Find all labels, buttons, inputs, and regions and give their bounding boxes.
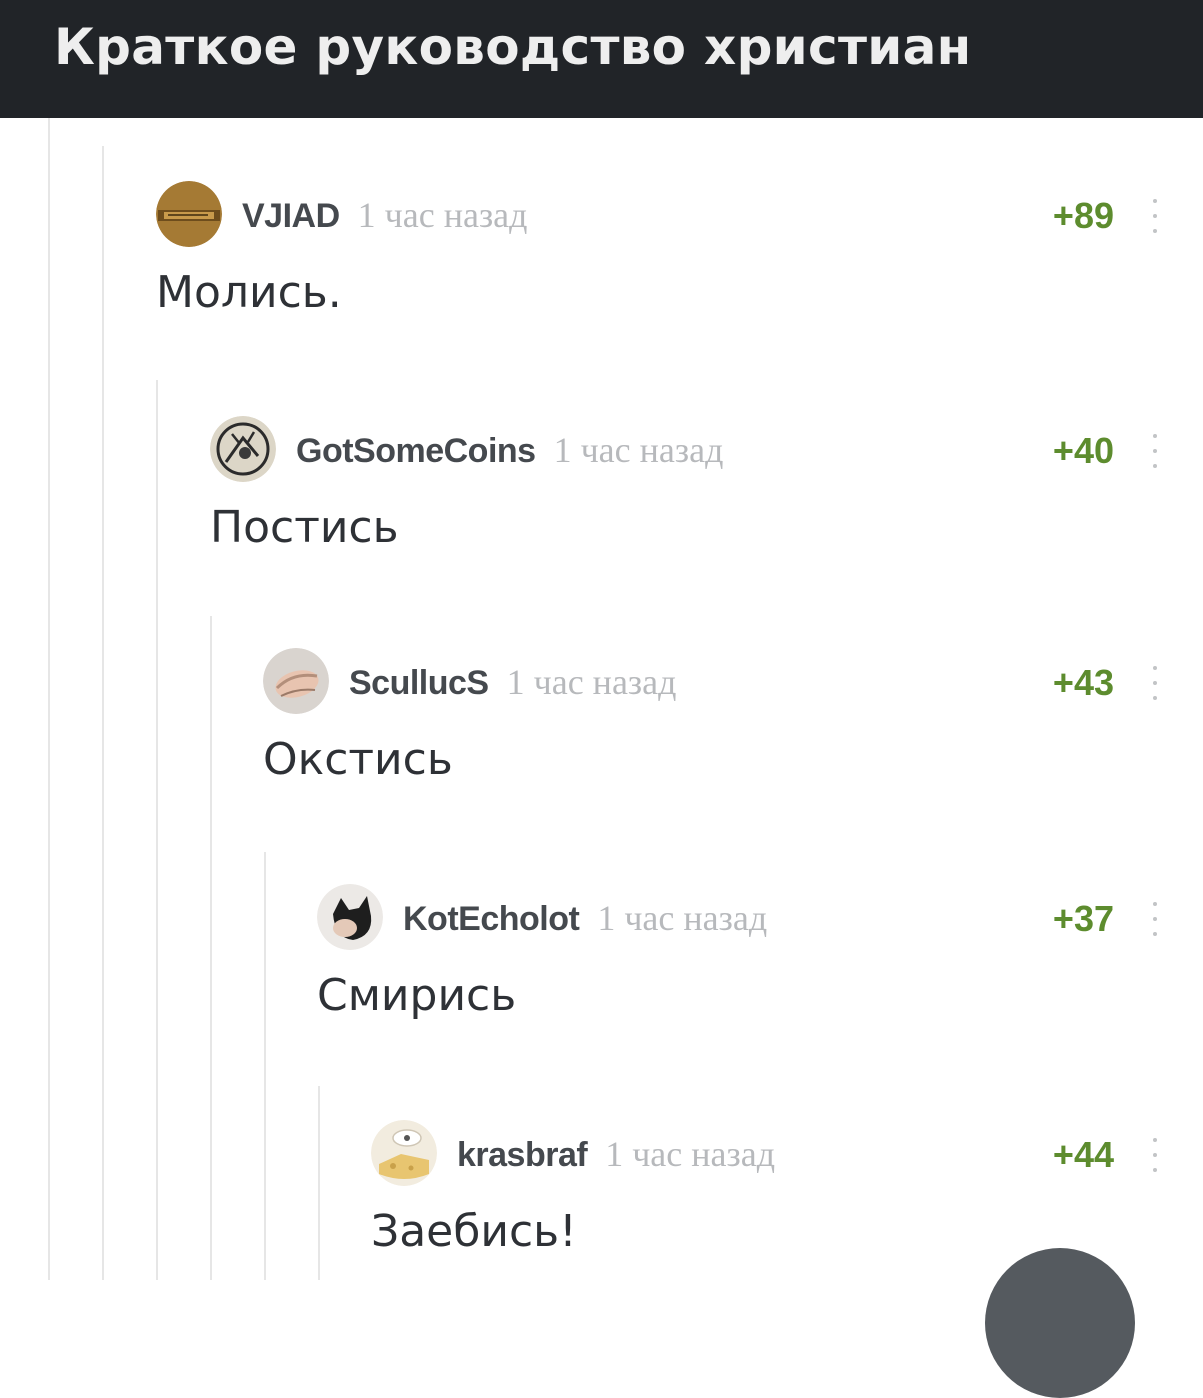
comment-time: 1 час назад [553, 430, 724, 470]
thread-line [264, 852, 266, 1280]
thread-line [48, 118, 50, 1280]
comment-rating: +89 [1052, 195, 1114, 236]
page-title: Краткое руководство христиан [54, 18, 972, 76]
floating-action-button[interactable] [985, 1248, 1135, 1398]
author-name[interactable]: ScullucS [349, 664, 489, 702]
comment-header: VJIAD 1 час назад +89 [156, 181, 1160, 247]
comment-header: KotEcholot 1 час назад +37 [317, 884, 1160, 950]
comment-text: Окстись [263, 734, 453, 785]
comment-rating: +40 [1052, 430, 1114, 471]
thread-line [156, 380, 158, 1280]
avatar[interactable] [210, 416, 276, 482]
more-options-icon[interactable] [1150, 666, 1160, 700]
comment-text: Молись. [156, 267, 342, 318]
thread-line [102, 146, 104, 1280]
author-name[interactable]: VJIAD [242, 197, 340, 235]
comment: KotEcholot 1 час назад +37 Смирись [317, 884, 1160, 1021]
author-name[interactable]: krasbraf [457, 1136, 588, 1174]
comment: ScullucS 1 час назад +43 Окстись [263, 648, 1160, 785]
comment-time: 1 час назад [605, 1134, 776, 1174]
comment: GotSomeCoins 1 час назад +40 Постись [210, 416, 1160, 553]
comment: krasbraf 1 час назад +44 Заебись! [371, 1120, 1160, 1257]
comment-header: ScullucS 1 час назад +43 [263, 648, 1160, 714]
avatar-icon [371, 1120, 437, 1186]
comment-time: 1 час назад [357, 195, 528, 235]
author-name[interactable]: KotEcholot [403, 900, 580, 938]
avatar[interactable] [263, 648, 329, 714]
author-name[interactable]: GotSomeCoins [296, 432, 536, 470]
comment-text: Постись [210, 502, 399, 553]
avatar[interactable] [317, 884, 383, 950]
avatar-icon [263, 648, 329, 714]
comment-author[interactable]: ScullucS 1 час назад [349, 661, 676, 703]
comment-author[interactable]: krasbraf 1 час назад [457, 1133, 775, 1175]
more-options-icon[interactable] [1150, 902, 1160, 936]
comment-author[interactable]: KotEcholot 1 час назад [403, 897, 767, 939]
more-options-icon[interactable] [1150, 1138, 1160, 1172]
comment-author[interactable]: VJIAD 1 час назад [242, 194, 527, 236]
comment-header: GotSomeCoins 1 час назад +40 [210, 416, 1160, 482]
avatar[interactable] [371, 1120, 437, 1186]
comment-rating: +43 [1052, 662, 1114, 703]
avatar-icon [156, 181, 222, 247]
thread-line [318, 1086, 320, 1280]
thread-line [210, 616, 212, 1280]
avatar-icon [210, 416, 276, 482]
title-bar: Краткое руководство христиан [0, 0, 1203, 118]
more-options-icon[interactable] [1150, 199, 1160, 233]
avatar-icon [317, 884, 383, 950]
avatar[interactable] [156, 181, 222, 247]
more-options-icon[interactable] [1150, 434, 1160, 468]
comment-time: 1 час назад [597, 898, 768, 938]
comment-time: 1 час назад [506, 662, 677, 702]
comment-header: krasbraf 1 час назад +44 [371, 1120, 1160, 1186]
comment-rating: +37 [1052, 898, 1114, 939]
comment-author[interactable]: GotSomeCoins 1 час назад [296, 429, 723, 471]
comment: VJIAD 1 час назад +89 Молись. [156, 181, 1160, 318]
comment-rating: +44 [1052, 1134, 1114, 1175]
comment-text: Смирись [317, 970, 517, 1021]
